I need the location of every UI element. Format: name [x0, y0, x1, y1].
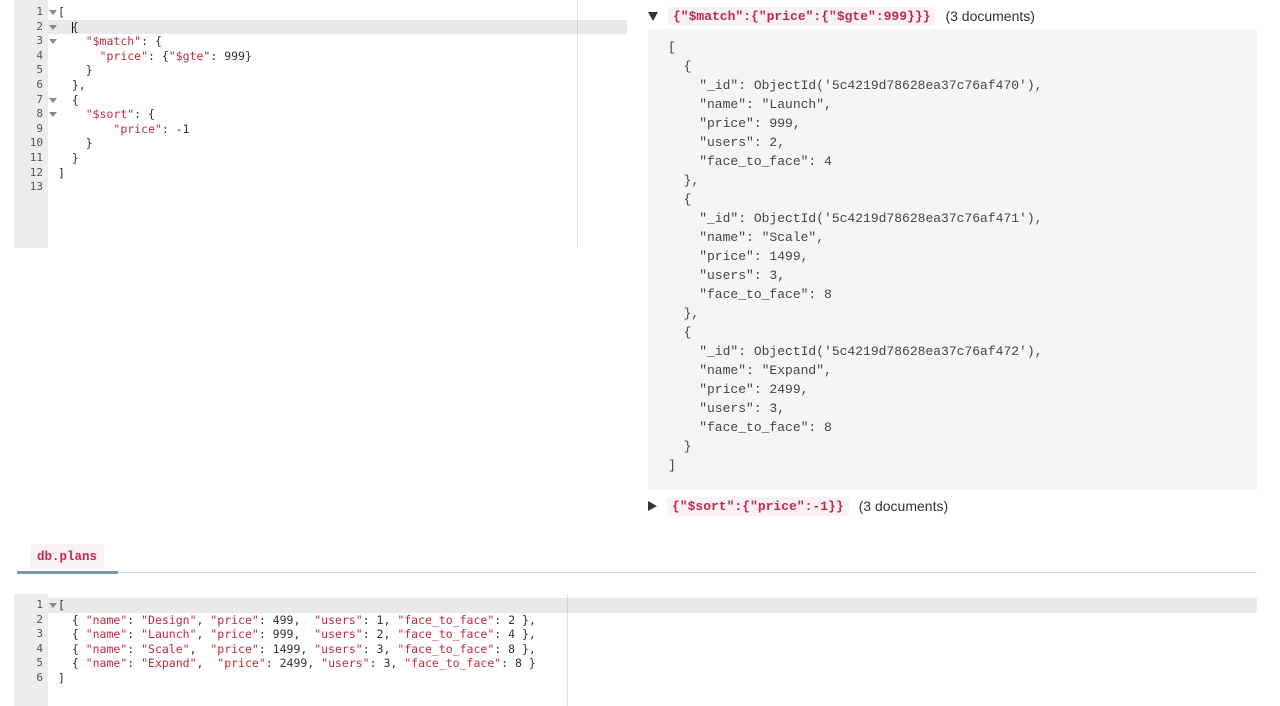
triangle-down-icon[interactable]	[648, 11, 658, 21]
tab-divider	[17, 572, 1257, 573]
code-text: ]	[58, 165, 65, 180]
code-text: "price": {"$gte": 999}	[99, 48, 252, 63]
fold-arrow-icon[interactable]	[48, 19, 58, 35]
fold-gutter-spacer	[48, 656, 58, 671]
fold-arrow-icon[interactable]	[48, 598, 58, 613]
editor-line[interactable]: 12]	[14, 166, 627, 181]
code-text: }	[58, 150, 79, 165]
fold-gutter-spacer	[48, 136, 58, 151]
stage-sort-header[interactable]: {"$sort":{"price":-1}} (3 documents)	[648, 495, 948, 517]
code-text: }	[58, 63, 93, 78]
collection-data-editor[interactable]: 1[2 { "name": "Design", "price": 499, "u…	[14, 594, 1257, 706]
line-number: 2	[36, 19, 43, 33]
code-text: }	[58, 136, 93, 151]
line-number: 1	[36, 598, 43, 611]
code-text: [	[58, 5, 65, 19]
fold-gutter-spacer	[48, 671, 58, 686]
line-number: 6	[36, 670, 43, 684]
editor-line[interactable]: 5 { "name": "Expand", "price": 2499, "us…	[14, 656, 1257, 671]
code-text: ]	[58, 670, 65, 685]
fold-gutter-spacer	[48, 49, 58, 64]
fold-gutter-spacer	[48, 180, 58, 195]
code-text: { "name": "Design", "price": 499, "users…	[58, 612, 536, 627]
stage-match-result-json: [ { "_id": ObjectId('5c4219d78628ea37c76…	[648, 29, 1257, 490]
code-text: },	[58, 77, 86, 92]
code-text: "$sort": {	[85, 107, 155, 122]
editor-line[interactable]: 13	[14, 180, 627, 195]
line-number: 4	[36, 641, 43, 655]
line-number: 5	[36, 63, 43, 77]
code-text: { "name": "Scale", "price": 1499, "users…	[58, 641, 536, 656]
fold-arrow-icon[interactable]	[48, 5, 58, 20]
line-number: 9	[36, 121, 43, 135]
stage-match-header[interactable]: {"$match":{"price":{"$gte":999}}} (3 doc…	[648, 5, 1035, 27]
line-number: 8	[36, 107, 43, 121]
stage-match-query-chip[interactable]: {"$match":{"price":{"$gte":999}}}	[668, 6, 936, 26]
triangle-right-icon[interactable]	[648, 501, 657, 511]
tab-db-plans-label: db.plans	[37, 550, 98, 564]
editor-line[interactable]: 1[	[14, 598, 1257, 613]
active-tab-underline	[17, 571, 118, 574]
code-text: [	[58, 598, 1257, 613]
line-number: 3	[36, 34, 43, 48]
fold-arrow-icon[interactable]	[48, 107, 58, 122]
line-number: 1	[36, 5, 43, 18]
editor-line[interactable]: 4 "price": {"$gte": 999}	[14, 49, 627, 64]
fold-gutter-spacer	[48, 122, 58, 137]
line-number: 11	[29, 150, 43, 164]
line-number: 4	[36, 48, 43, 62]
editor-line[interactable]: 5 }	[14, 63, 627, 78]
editor-line[interactable]: 10 }	[14, 136, 627, 151]
code-text: {	[58, 92, 79, 107]
line-number: 5	[36, 656, 43, 670]
fold-gutter-spacer	[48, 613, 58, 628]
line-number: 6	[36, 77, 43, 91]
line-number: 12	[29, 165, 43, 179]
code-text: {	[58, 19, 627, 35]
editor-line[interactable]: 3 { "name": "Launch", "price": 999, "use…	[14, 627, 1257, 642]
fold-gutter-spacer	[48, 78, 58, 93]
code-text: { "name": "Expand", "price": 2499, "user…	[58, 656, 536, 671]
fold-gutter-spacer	[48, 642, 58, 657]
fold-arrow-icon[interactable]	[48, 93, 58, 108]
editor-line[interactable]: 6 },	[14, 78, 627, 93]
editor-line[interactable]: 7 {	[14, 93, 627, 108]
fold-gutter-spacer	[48, 627, 58, 642]
line-number: 13	[29, 180, 43, 194]
code-text: "$match": {	[85, 34, 162, 49]
code-text: "price": -1	[113, 121, 190, 136]
fold-gutter-spacer	[48, 63, 58, 78]
code-text: { "name": "Launch", "price": 999, "users…	[58, 627, 536, 642]
line-number: 3	[36, 627, 43, 641]
editor-line[interactable]: 4 { "name": "Scale", "price": 1499, "use…	[14, 642, 1257, 657]
fold-gutter-spacer	[48, 151, 58, 166]
fold-arrow-icon[interactable]	[48, 34, 58, 49]
aggregation-query-editor[interactable]: 1[2 {3 "$match": {4 "price": {"$gte": 99…	[14, 0, 627, 248]
editor-line[interactable]: 2 { "name": "Design", "price": 499, "use…	[14, 613, 1257, 628]
stage-sort-doc-count: (3 documents)	[858, 498, 949, 514]
line-number: 10	[29, 136, 43, 150]
editor-line[interactable]: 3 "$match": {	[14, 34, 627, 49]
tab-db-plans[interactable]: db.plans	[30, 544, 105, 568]
editor-line[interactable]: 2 {	[14, 19, 627, 35]
fold-gutter-spacer	[48, 166, 58, 181]
editor-line[interactable]: 11 }	[14, 151, 627, 166]
line-number: 7	[36, 92, 43, 106]
editor-line[interactable]: 8 "$sort": {	[14, 107, 627, 122]
mongo-playground-app: 1[2 {3 "$match": {4 "price": {"$gte": 99…	[0, 0, 1280, 706]
editor-line[interactable]: 6]	[14, 671, 1257, 686]
editor-line[interactable]: 9 "price": -1	[14, 122, 627, 137]
line-number: 2	[36, 612, 43, 626]
stage-match-doc-count: (3 documents)	[945, 8, 1035, 24]
stage-sort-query-chip[interactable]: {"$sort":{"price":-1}}	[667, 496, 849, 516]
editor-line[interactable]: 1[	[14, 5, 627, 20]
